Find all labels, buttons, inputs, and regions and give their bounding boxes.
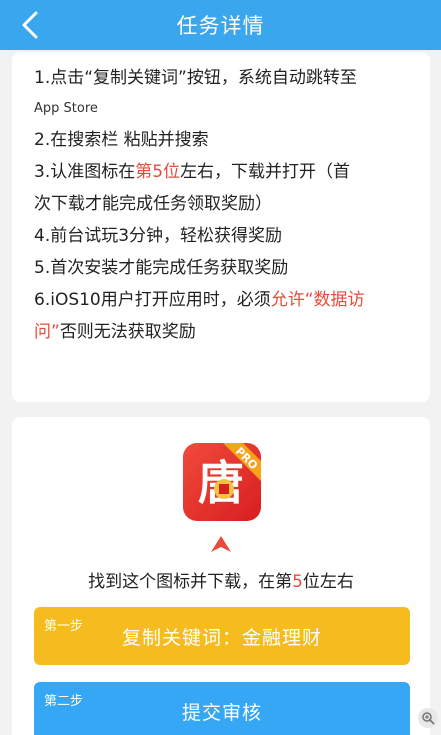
instruction-5: 5.首次安装才能完成任务获取奖励 <box>34 258 289 278</box>
instruction-3-text-post: 左右，下载并打开（首 <box>180 162 351 182</box>
nav-bar: 任务详情 <box>0 0 441 50</box>
instruction-6-continued: 问”否则无法获取奖励 <box>34 316 416 348</box>
instruction-3-continued: 次下载才能完成任务领取奖励） <box>34 194 272 214</box>
find-hint-text-post: 位左右 <box>302 572 354 592</box>
instruction-3: 3.认准图标在第5位左右，下载并打开（首 <box>34 156 416 188</box>
arrow-up-icon <box>211 536 231 552</box>
instruction-1-continued: App Store <box>34 101 98 116</box>
instruction-2: 2.在搜索栏 粘贴并搜索 <box>34 130 209 150</box>
coin-icon <box>214 479 234 499</box>
instruction-3-text: 3.认准图标在 <box>34 162 136 182</box>
instruction-6-text: 6.iOS10用户打开应用时，必须 <box>34 290 271 310</box>
instruction-6-text-post: 否则无法获取奖励 <box>59 322 196 342</box>
page-title: 任务详情 <box>176 14 265 38</box>
task-detail-screen: 任务详情 1.点击“复制关键词”按钮，系统自动跳转至 App Store 2.在… <box>0 0 441 735</box>
position-highlight: 第5位 <box>135 162 181 182</box>
submit-review-button[interactable]: 第二步 提交审核 <box>34 682 410 735</box>
step-2-text: 提交审核 <box>181 701 262 724</box>
instruction-6: 6.iOS10用户打开应用时，必须允许“数据访 <box>34 284 416 316</box>
app-icon[interactable]: 唐 PRO <box>183 443 261 521</box>
find-icon-hint: 找到这个图标并下载，在第5位左右 <box>12 567 430 592</box>
instructions-card: 1.点击“复制关键词”按钮，系统自动跳转至 App Store 2.在搜索栏 粘… <box>12 52 430 402</box>
permission-highlight: 允许“数据访 <box>270 290 365 310</box>
step-1-text: 复制关键词：金融理财 <box>121 626 322 649</box>
copy-keyword-button[interactable]: 第一步 复制关键词：金融理财 <box>34 607 410 665</box>
zoom-button[interactable] <box>418 708 438 728</box>
instruction-1: 1.点击“复制关键词”按钮，系统自动跳转至 <box>34 68 357 88</box>
find-hint-text: 找到这个图标并下载，在第 <box>88 572 293 592</box>
instruction-4: 4.前台试玩3分钟，轻松获得奖励 <box>34 226 283 246</box>
permission-highlight-end: 问” <box>34 322 60 342</box>
app-task-card: 唐 PRO 找到这个图标并下载，在第5位左右 第一步 复制关键词：金融理财 第 <box>12 417 430 735</box>
zoom-in-icon <box>422 712 435 725</box>
find-hint-position: 5 <box>292 572 303 592</box>
